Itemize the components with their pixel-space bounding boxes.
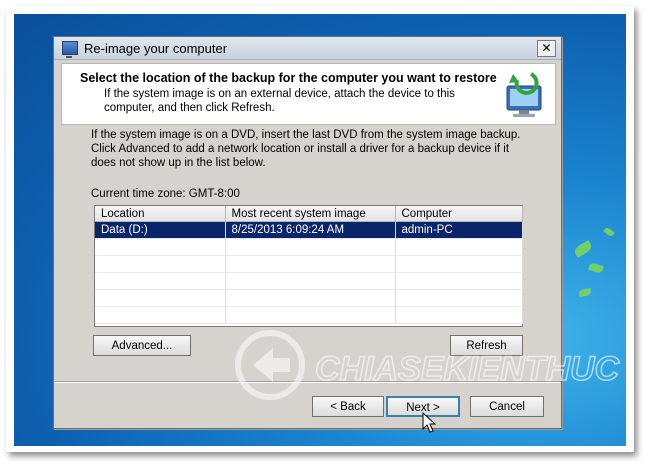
cancel-button[interactable]: Cancel bbox=[470, 396, 544, 417]
footer-divider bbox=[54, 381, 561, 383]
table-row-empty bbox=[95, 238, 523, 256]
table-row-empty bbox=[95, 272, 523, 290]
decorative-leaf bbox=[603, 226, 615, 238]
wizard-restore-icon bbox=[506, 72, 542, 117]
back-button[interactable]: < Back bbox=[312, 396, 384, 417]
column-header-computer[interactable]: Computer bbox=[395, 206, 523, 222]
mouse-cursor-icon bbox=[422, 412, 437, 433]
column-header-most-recent-image[interactable]: Most recent system image bbox=[225, 206, 396, 222]
reimage-dialog: Re-image your computer ✕ Select the loca… bbox=[53, 36, 562, 429]
list-header-row: Location Most recent system image Comput… bbox=[95, 206, 523, 222]
table-row-empty bbox=[95, 289, 523, 307]
cell-computer: admin-PC bbox=[395, 221, 523, 239]
header-title: Select the location of the backup for th… bbox=[80, 71, 497, 85]
advanced-button[interactable]: Advanced... bbox=[93, 335, 191, 356]
wizard-header: Select the location of the backup for th… bbox=[61, 63, 556, 125]
table-row[interactable]: Data (D:) 8/25/2013 6:09:24 AM admin-PC bbox=[95, 221, 523, 239]
close-button[interactable]: ✕ bbox=[537, 40, 556, 57]
instructions-text: If the system image is on a DVD, insert … bbox=[91, 129, 521, 169]
window-title: Re-image your computer bbox=[84, 40, 228, 56]
header-subtitle: If the system image is on an external de… bbox=[104, 88, 455, 114]
column-header-location[interactable]: Location bbox=[95, 206, 226, 222]
cell-location: Data (D:) bbox=[95, 221, 226, 239]
decorative-leaf bbox=[578, 288, 592, 297]
title-bar[interactable]: Re-image your computer ✕ bbox=[54, 37, 561, 60]
window-icon bbox=[62, 41, 78, 58]
time-zone-label: Current time zone: GMT-8:00 bbox=[91, 188, 240, 200]
table-row-empty bbox=[95, 255, 523, 273]
decorative-leaf bbox=[572, 240, 594, 258]
close-icon: ✕ bbox=[541, 41, 552, 55]
cell-image-date: 8/25/2013 6:09:24 AM bbox=[225, 221, 396, 239]
table-row-empty bbox=[95, 306, 523, 324]
backup-location-list[interactable]: Location Most recent system image Comput… bbox=[94, 205, 523, 327]
decorative-leaf bbox=[588, 261, 604, 275]
refresh-button[interactable]: Refresh bbox=[450, 335, 523, 356]
